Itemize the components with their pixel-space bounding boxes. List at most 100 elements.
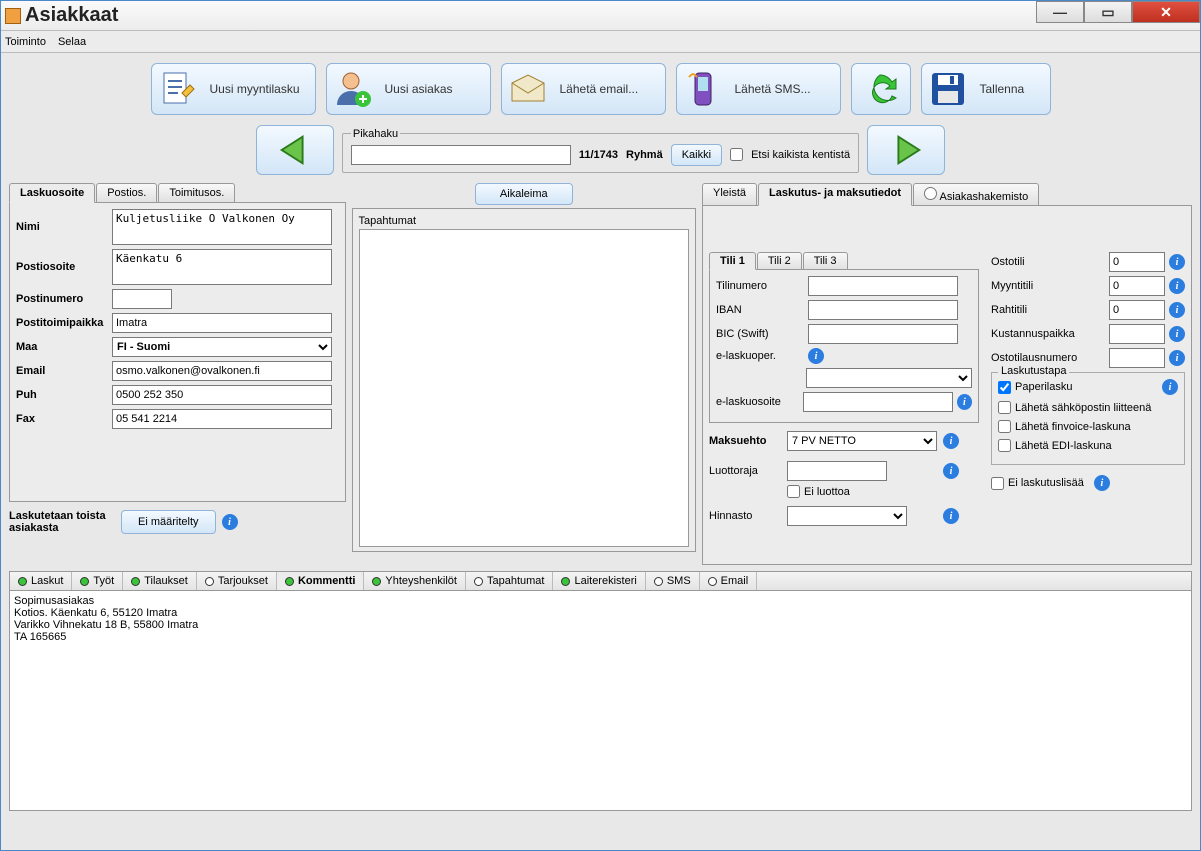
person-add-icon	[333, 69, 373, 109]
send-email-button[interactable]: Lähetä email...	[501, 63, 666, 115]
postitoimipaikka-input[interactable]	[112, 313, 332, 333]
ryhma-label: Ryhmä	[626, 149, 663, 161]
finvoice-checkbox[interactable]	[998, 420, 1011, 433]
save-button[interactable]: Tallenna	[921, 63, 1051, 115]
elaskuoper-select[interactable]	[806, 368, 972, 388]
sahkoposti-checkbox[interactable]	[998, 401, 1011, 414]
comment-textarea[interactable]: Sopimusasiakas Kotios. Käenkatu 6, 55120…	[9, 591, 1192, 811]
tab-hakemisto[interactable]: Asiakashakemisto	[913, 183, 1039, 206]
ostotilausnumero-input[interactable]	[1109, 348, 1165, 368]
new-invoice-button[interactable]: Uusi myyntilasku	[151, 63, 316, 115]
ei-luottoa-label: Ei luottoa	[804, 486, 850, 498]
quick-search-input[interactable]	[351, 145, 571, 165]
tab-tili2[interactable]: Tili 2	[757, 252, 802, 270]
puh-input[interactable]	[112, 385, 332, 405]
info-icon[interactable]: i	[943, 508, 959, 524]
myyntitili-input[interactable]	[1109, 276, 1165, 296]
next-button[interactable]	[867, 125, 945, 175]
email-icon	[508, 69, 548, 109]
btab-yhteyshenkilot[interactable]: Yhteyshenkilöt	[364, 572, 466, 590]
accounting-col: Ostotili i Myyntitili i Rahtitili i Kust…	[991, 212, 1185, 558]
email-input[interactable]	[112, 361, 332, 381]
paperilasku-checkbox[interactable]	[998, 381, 1011, 394]
info-icon[interactable]: i	[1169, 254, 1185, 270]
btab-kommentti[interactable]: Kommentti	[277, 572, 364, 590]
fax-input[interactable]	[112, 409, 332, 429]
btab-tilaukset[interactable]: Tilaukset	[123, 572, 197, 590]
refresh-button[interactable]	[851, 63, 911, 115]
hinnasto-select[interactable]	[787, 506, 907, 526]
ostotilausnumero-label: Ostotilausnumero	[991, 352, 1109, 364]
info-icon[interactable]: i	[943, 433, 959, 449]
btab-email[interactable]: Email	[700, 572, 758, 590]
new-customer-button[interactable]: Uusi asiakas	[326, 63, 491, 115]
info-icon[interactable]: i	[808, 348, 824, 364]
info-icon[interactable]: i	[1162, 379, 1178, 395]
minimize-button[interactable]: —	[1036, 1, 1084, 23]
ei-luottoa-checkbox[interactable]	[787, 485, 800, 498]
dot-icon	[708, 577, 717, 586]
menubar: Toiminto Selaa	[1, 31, 1200, 53]
laskutustapa-group: Laskutustapa Paperilaskui Lähetä sähköpo…	[991, 372, 1185, 465]
info-icon[interactable]: i	[1169, 326, 1185, 342]
info-icon[interactable]: i	[1094, 475, 1110, 491]
btab-sms[interactable]: SMS	[646, 572, 700, 590]
address-column: Laskuosoite Postios. Toimitusos. Nimi Ku…	[9, 183, 346, 565]
menu-selaa[interactable]: Selaa	[58, 36, 86, 48]
app-icon	[5, 8, 21, 24]
info-icon[interactable]: i	[1169, 302, 1185, 318]
rahtitili-input[interactable]	[1109, 300, 1165, 320]
tab-postios[interactable]: Postios.	[96, 183, 157, 203]
account-col: Tili 1 Tili 2 Tili 3 Tilinumero IBAN BIC…	[709, 212, 979, 558]
tab-laskutus[interactable]: Laskutus- ja maksutiedot	[758, 183, 912, 206]
ei-laskutuslisaa-checkbox[interactable]	[991, 477, 1004, 490]
edi-checkbox[interactable]	[998, 439, 1011, 452]
info-icon[interactable]: i	[1169, 350, 1185, 366]
nimi-input[interactable]: Kuljetusliike O Valkonen Oy	[112, 209, 332, 245]
customers-window: Asiakkaat — ▭ ✕ Toiminto Selaa Uusi myyn…	[0, 0, 1201, 851]
maksuehto-label: Maksuehto	[709, 435, 787, 447]
close-button[interactable]: ✕	[1132, 1, 1200, 23]
maa-select[interactable]: FI - Suomi	[112, 337, 332, 357]
maximize-button[interactable]: ▭	[1084, 1, 1132, 23]
btab-laskut[interactable]: Laskut	[10, 572, 72, 590]
search-all-checkbox[interactable]	[730, 148, 743, 161]
elaskuosoite-input[interactable]	[803, 392, 953, 412]
hakemisto-radio[interactable]	[924, 187, 937, 200]
tilinumero-input[interactable]	[808, 276, 958, 296]
info-icon[interactable]: i	[1169, 278, 1185, 294]
btab-laiterekisteri[interactable]: Laiterekisteri	[553, 572, 645, 590]
info-icon[interactable]: i	[943, 463, 959, 479]
maksuehto-select[interactable]: 7 PV NETTO	[787, 431, 937, 451]
elaskuoper-label: e-laskuoper.	[716, 350, 808, 362]
btab-tyot[interactable]: Työt	[72, 572, 123, 590]
send-sms-button[interactable]: Lähetä SMS...	[676, 63, 841, 115]
laskutustapa-legend: Laskutustapa	[998, 365, 1069, 377]
menu-toiminto[interactable]: Toiminto	[5, 36, 46, 48]
ei-maaritelty-button[interactable]: Ei määritelty	[121, 510, 216, 534]
kustannuspaikka-label: Kustannuspaikka	[991, 328, 1109, 340]
kustannuspaikka-input[interactable]	[1109, 324, 1165, 344]
tab-tili1[interactable]: Tili 1	[709, 252, 756, 270]
nav-row: Pikahaku 11/1743 Ryhmä Kaikki Etsi kaiki…	[1, 121, 1200, 183]
maa-label: Maa	[16, 341, 112, 353]
tapahtumat-list[interactable]	[359, 229, 689, 547]
btab-tarjoukset[interactable]: Tarjoukset	[197, 572, 277, 590]
ostotili-input[interactable]	[1109, 252, 1165, 272]
prev-button[interactable]	[256, 125, 334, 175]
tab-laskuosoite[interactable]: Laskuosoite	[9, 183, 95, 203]
tab-toimitusos[interactable]: Toimitusos.	[158, 183, 235, 203]
elaskuosoite-label: e-laskuosoite	[716, 396, 803, 408]
iban-input[interactable]	[808, 300, 958, 320]
btab-tapahtumat[interactable]: Tapahtumat	[466, 572, 553, 590]
kaikki-button[interactable]: Kaikki	[671, 144, 722, 166]
tab-yleista[interactable]: Yleistä	[702, 183, 757, 206]
bic-input[interactable]	[808, 324, 958, 344]
info-icon[interactable]: i	[222, 514, 238, 530]
tab-tili3[interactable]: Tili 3	[803, 252, 848, 270]
postiosoite-input[interactable]: Käenkatu 6	[112, 249, 332, 285]
info-icon[interactable]: i	[957, 394, 972, 410]
luottoraja-input[interactable]	[787, 461, 887, 481]
postinumero-input[interactable]	[112, 289, 172, 309]
aikaleima-button[interactable]: Aikaleima	[475, 183, 573, 205]
